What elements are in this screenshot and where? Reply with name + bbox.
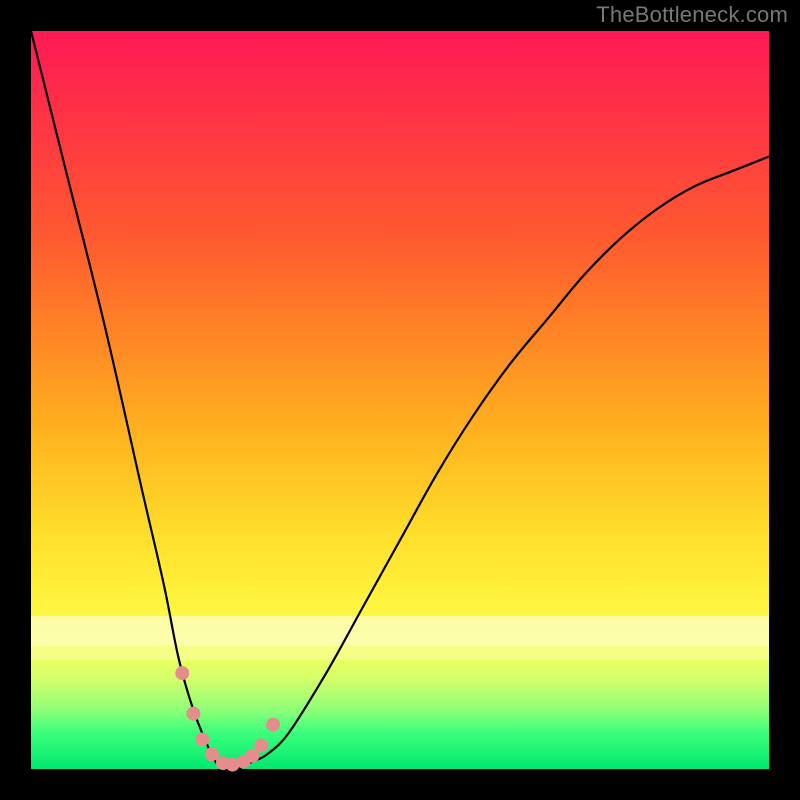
marker-dot [205, 747, 219, 761]
marker-dot [175, 666, 189, 680]
plot-area [31, 31, 769, 769]
chart-frame: TheBottleneck.com [0, 0, 800, 800]
marker-dot [186, 707, 200, 721]
watermark-text: TheBottleneck.com [596, 2, 788, 28]
marker-dot [266, 718, 280, 732]
marker-dot [195, 733, 209, 747]
curve-svg [31, 31, 769, 769]
marker-dot [254, 738, 268, 752]
bottleneck-curve [31, 31, 769, 770]
